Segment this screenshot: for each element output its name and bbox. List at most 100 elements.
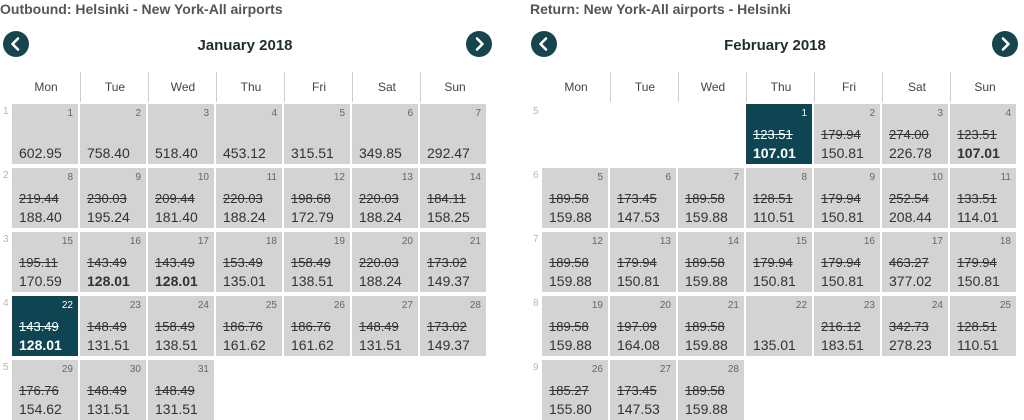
day-cell[interactable]: 18 153.49 135.01 <box>216 232 282 292</box>
day-cell[interactable]: 13 220.03 188.24 <box>352 168 418 228</box>
day-cell[interactable]: 26 185.27 155.80 <box>542 360 608 420</box>
price: 135.01 <box>753 337 796 353</box>
day-cell[interactable]: 14 189.58 159.88 <box>678 232 744 292</box>
day-cell[interactable]: 6 349.85 <box>352 104 418 164</box>
day-number: 31 <box>197 364 209 375</box>
day-number: 8 <box>801 172 807 183</box>
day-cell[interactable]: 6 173.45 147.53 <box>610 168 676 228</box>
day-cell[interactable]: 4 453.12 <box>216 104 282 164</box>
original-price: 220.03 <box>359 255 399 270</box>
day-cell[interactable]: 8 219.44 188.40 <box>12 168 78 228</box>
price: 161.62 <box>291 337 334 353</box>
day-cell[interactable]: 19 158.49 138.51 <box>284 232 350 292</box>
day-cell[interactable]: 14 184.11 158.25 <box>420 168 486 228</box>
day-cell[interactable]: 11 133.51 114.01 <box>950 168 1016 228</box>
next-month-button[interactable] <box>466 31 492 57</box>
original-price: 186.76 <box>223 319 263 334</box>
original-price: 216.12 <box>821 319 861 334</box>
day-cell[interactable]: 23 216.12 183.51 <box>814 296 880 356</box>
day-number: 1 <box>801 108 807 119</box>
price: 164.08 <box>617 337 660 353</box>
day-cell[interactable]: 3 274.00 226.78 <box>882 104 948 164</box>
day-cell[interactable]: 27 173.45 147.53 <box>610 360 676 420</box>
day-cell[interactable]: 24 342.73 278.23 <box>882 296 948 356</box>
selected-day-cell[interactable]: 1 123.51 107.01 <box>746 104 812 164</box>
day-cell[interactable]: 2 179.94 150.81 <box>814 104 880 164</box>
day-cell[interactable]: 15 195.11 170.59 <box>12 232 78 292</box>
day-number: 7 <box>475 108 481 119</box>
day-number: 30 <box>129 364 141 375</box>
day-cell[interactable]: 19 189.58 159.88 <box>542 296 608 356</box>
day-number: 4 <box>1005 108 1011 119</box>
original-price: 179.94 <box>617 255 657 270</box>
original-price: 342.73 <box>889 319 929 334</box>
day-cell[interactable]: 29 176.76 154.62 <box>12 360 78 420</box>
day-cell[interactable]: 20 197.09 164.08 <box>610 296 676 356</box>
original-price: 230.03 <box>87 191 127 206</box>
day-cell[interactable]: 21 189.58 159.88 <box>678 296 744 356</box>
day-cell[interactable]: 11 220.03 188.24 <box>216 168 282 228</box>
day-cell[interactable]: 21 173.02 149.37 <box>420 232 486 292</box>
day-cell[interactable]: 5 315.51 <box>284 104 350 164</box>
day-number: 16 <box>863 236 875 247</box>
day-cell[interactable]: 15 179.94 150.81 <box>746 232 812 292</box>
day-cell[interactable]: 1 602.95 <box>12 104 78 164</box>
day-cell[interactable]: 18 179.94 150.81 <box>950 232 1016 292</box>
day-cell[interactable]: 25 128.51 110.51 <box>950 296 1016 356</box>
day-cell[interactable]: 12 198.68 172.79 <box>284 168 350 228</box>
day-cell[interactable]: 28 173.02 149.37 <box>420 296 486 356</box>
weekday-thu: Thu <box>216 72 285 102</box>
price: 159.88 <box>685 209 728 225</box>
day-number: 26 <box>333 300 345 311</box>
day-cell[interactable]: 2 758.40 <box>80 104 146 164</box>
outbound-title: Outbound: Helsinki - New York-All airpor… <box>0 1 283 17</box>
price: 453.12 <box>223 145 266 161</box>
day-cell[interactable]: 17 463.27 377.02 <box>882 232 948 292</box>
day-cell[interactable]: 4 123.51 107.01 <box>950 104 1016 164</box>
price: 159.88 <box>685 337 728 353</box>
original-price: 153.49 <box>223 255 263 270</box>
original-price: 189.58 <box>685 255 725 270</box>
day-cell[interactable]: 25 186.76 161.62 <box>216 296 282 356</box>
day-cell[interactable]: 30 148.49 131.51 <box>80 360 146 420</box>
day-cell[interactable]: 7 292.47 <box>420 104 486 164</box>
original-price: 158.49 <box>155 319 195 334</box>
day-cell[interactable]: 5 189.58 159.88 <box>542 168 608 228</box>
day-cell[interactable]: 12 189.58 159.88 <box>542 232 608 292</box>
price: 147.53 <box>617 209 660 225</box>
day-number: 6 <box>407 108 413 119</box>
price: 292.47 <box>427 145 470 161</box>
day-cell[interactable]: 7 189.58 159.88 <box>678 168 744 228</box>
day-cell[interactable]: 22 135.01 <box>746 296 812 356</box>
day-cell[interactable]: 24 158.49 138.51 <box>148 296 214 356</box>
day-cell[interactable]: 16 179.94 150.81 <box>814 232 880 292</box>
price: 150.81 <box>821 145 864 161</box>
day-cell[interactable]: 28 189.58 159.88 <box>678 360 744 420</box>
day-cell[interactable]: 31 148.49 131.51 <box>148 360 214 420</box>
price: 114.01 <box>957 209 999 225</box>
original-price: 189.58 <box>685 191 725 206</box>
day-cell[interactable]: 9 230.03 195.24 <box>80 168 146 228</box>
day-cell[interactable]: 10 209.44 181.40 <box>148 168 214 228</box>
day-cell[interactable]: 16 143.49 128.01 <box>80 232 146 292</box>
day-cell[interactable]: 27 148.49 131.51 <box>352 296 418 356</box>
day-cell[interactable]: 20 220.03 188.24 <box>352 232 418 292</box>
selected-day-cell[interactable]: 22 143.49 128.01 <box>12 296 78 356</box>
day-cell[interactable]: 23 148.49 131.51 <box>80 296 146 356</box>
day-cell[interactable]: 9 179.94 150.81 <box>814 168 880 228</box>
day-cell[interactable]: 10 252.54 208.44 <box>882 168 948 228</box>
next-month-button[interactable] <box>992 31 1018 57</box>
week-number: 1 <box>3 106 9 117</box>
day-cell[interactable]: 17 143.49 128.01 <box>148 232 214 292</box>
original-price: 173.45 <box>617 383 657 398</box>
day-number: 14 <box>469 172 481 183</box>
day-number: 14 <box>727 236 739 247</box>
day-cell[interactable]: 13 179.94 150.81 <box>610 232 676 292</box>
original-price: 189.58 <box>549 319 589 334</box>
day-cell[interactable]: 3 518.40 <box>148 104 214 164</box>
original-price: 252.54 <box>889 191 929 206</box>
day-cell[interactable]: 26 186.76 161.62 <box>284 296 350 356</box>
day-cell[interactable]: 8 128.51 110.51 <box>746 168 812 228</box>
price: 150.81 <box>957 273 1000 289</box>
original-price: 179.94 <box>753 255 793 270</box>
